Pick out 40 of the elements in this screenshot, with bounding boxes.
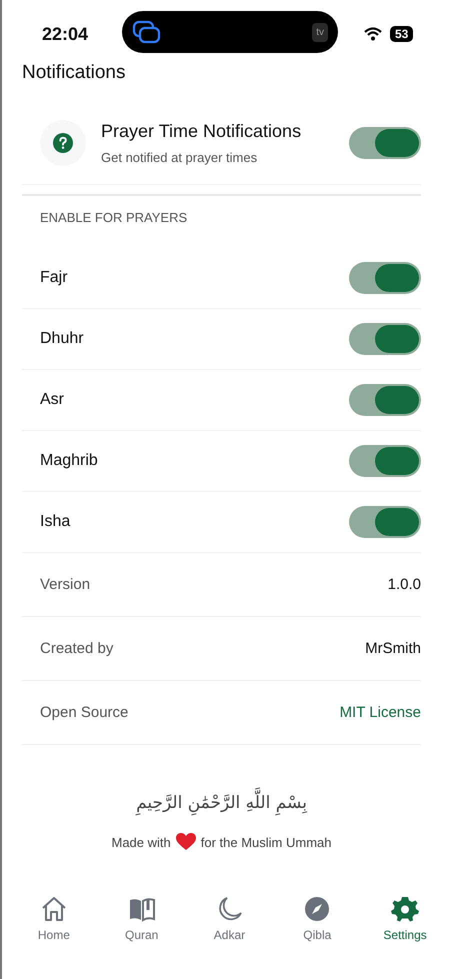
toggle-switch[interactable] xyxy=(349,445,421,477)
tab-item[interactable]: Qibla xyxy=(282,896,352,942)
setting-title: Prayer Time Notifications xyxy=(101,121,302,142)
prayer-name: Isha xyxy=(40,513,70,531)
info-value: MrSmith xyxy=(365,640,421,657)
overlapping-squares-icon xyxy=(132,20,162,44)
toggle-switch[interactable] xyxy=(349,262,421,294)
info-label: Open Source xyxy=(40,704,128,721)
book-icon xyxy=(128,896,156,922)
tv-badge: tv xyxy=(312,22,328,42)
status-time: 22:04 xyxy=(42,24,90,44)
info-label: Created by xyxy=(40,640,114,657)
home-icon xyxy=(40,896,68,922)
toggle-switch[interactable] xyxy=(349,384,421,416)
battery-level: 53 xyxy=(390,26,414,42)
tab-item[interactable]: Settings xyxy=(370,896,440,942)
made-for-text: for the Muslim Ummah xyxy=(200,834,332,850)
compass-icon xyxy=(303,896,332,922)
license-link[interactable]: MIT License xyxy=(340,704,421,721)
setting-subtitle: Get notified at prayer times xyxy=(101,150,258,165)
section-header: ENABLE FOR PRAYERS xyxy=(39,209,188,227)
wifi-icon xyxy=(364,27,382,41)
made-with-text: Made with xyxy=(112,834,171,850)
tab-item[interactable]: Home xyxy=(18,896,89,942)
tab-item[interactable]: Adkar xyxy=(194,896,264,942)
toggle-switch[interactable] xyxy=(349,506,421,538)
prayer-name: Maghrib xyxy=(40,452,98,470)
tab-item[interactable]: Quran xyxy=(106,896,177,942)
toggle-switch[interactable] xyxy=(349,323,421,355)
heart-icon xyxy=(176,833,196,852)
section-title: Notifications xyxy=(22,62,126,84)
info-label: Version xyxy=(40,576,90,593)
prayer-name: Asr xyxy=(40,391,64,409)
toggle-switch[interactable] xyxy=(349,127,421,159)
prayer-name: Fajr xyxy=(40,269,68,287)
bismillah-text: بِسْمِ اللَّهِ الرَّحْمَٰنِ الرَّحِيمِ xyxy=(132,785,311,822)
settings-icon xyxy=(391,896,420,922)
help-icon xyxy=(40,120,86,166)
info-value: 1.0.0 xyxy=(388,576,421,593)
prayer-name: Dhuhr xyxy=(40,330,84,348)
